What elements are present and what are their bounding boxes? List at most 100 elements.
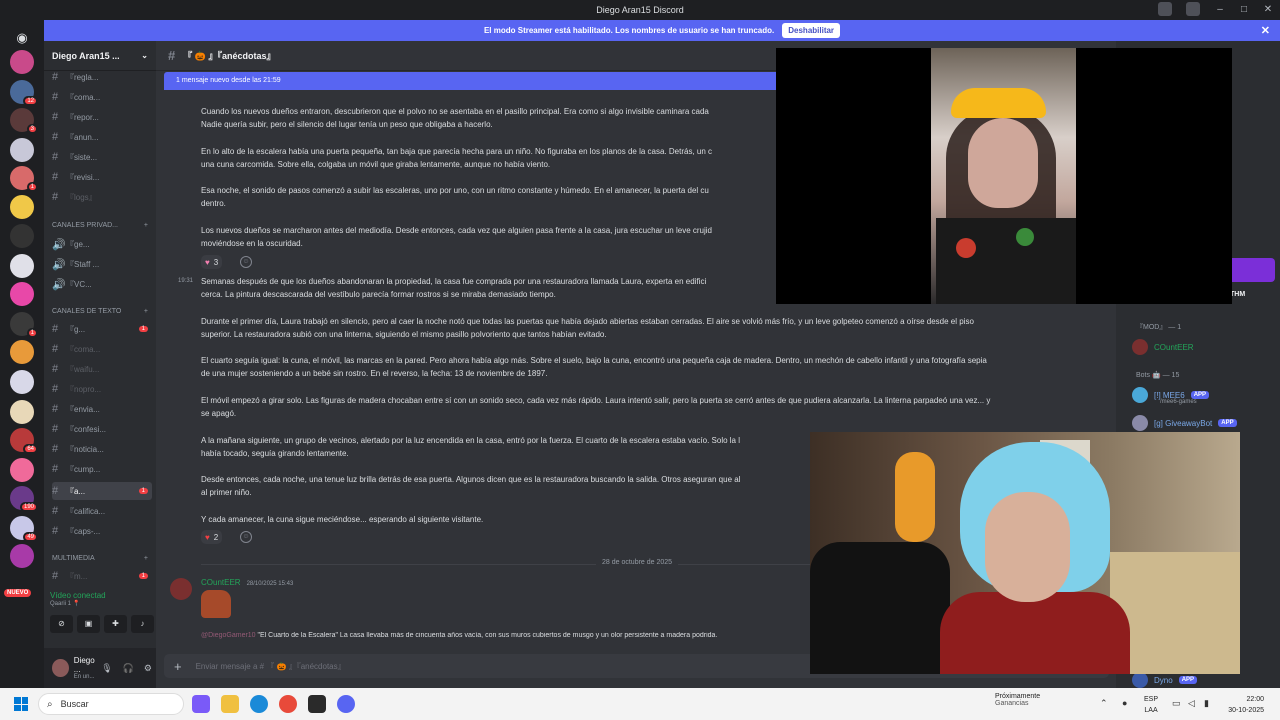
category-media[interactable]: MULTIMEDIA +: [52, 555, 152, 562]
chevron-up-icon[interactable]: ⌃: [1100, 698, 1108, 709]
server-icon[interactable]: 190: [10, 486, 38, 512]
language-indicator[interactable]: ESP LAA: [1144, 694, 1158, 716]
avatar[interactable]: [170, 578, 192, 600]
server-icon[interactable]: 12: [10, 80, 38, 106]
activities-icon[interactable]: ✚: [104, 615, 127, 633]
gear-icon[interactable]: ⚙: [144, 663, 152, 674]
server-icon[interactable]: [10, 400, 34, 424]
add-reaction-icon[interactable]: ☺: [240, 531, 252, 543]
soundboard-icon[interactable]: ♪: [131, 615, 154, 633]
thm-label: THM: [1230, 291, 1246, 298]
close-banner-icon[interactable]: ✕: [1261, 24, 1270, 37]
inbox-icon[interactable]: [1158, 2, 1172, 16]
copilot-icon[interactable]: [192, 695, 210, 713]
server-icon[interactable]: [10, 544, 34, 568]
add-attachment-icon[interactable]: +: [174, 659, 182, 674]
chrome-icon[interactable]: [279, 695, 297, 713]
server-icon[interactable]: 1: [10, 312, 38, 338]
disable-streamer-button[interactable]: Deshabilitar: [782, 23, 841, 38]
voice-channel-item[interactable]: 🔊 『VC...: [52, 275, 152, 293]
server-icon[interactable]: [10, 370, 34, 394]
channel-item[interactable]: # 『siste...: [52, 148, 152, 166]
server-icon[interactable]: 1: [10, 166, 38, 192]
volume-icon[interactable]: ◁: [1188, 698, 1195, 709]
channel-item[interactable]: # 『coma...: [52, 340, 152, 358]
channel-item[interactable]: # 『confesi...: [52, 420, 152, 438]
category-private[interactable]: CANALES PRIVAD... +: [52, 222, 152, 229]
channel-item[interactable]: # 『g... 1: [52, 320, 152, 338]
camera-off-icon[interactable]: ⊘: [50, 615, 73, 633]
title-bar: Diego Aran15 Discord – □ ✕: [0, 0, 1280, 20]
channel-item[interactable]: # 『logs』: [52, 188, 152, 206]
voice-channel-name: Qaarii 1 📍: [50, 601, 81, 607]
reaction[interactable]: ♥ 2: [201, 530, 223, 544]
channel-item[interactable]: # 『anun...: [52, 128, 152, 146]
clock-time: 22:00: [1246, 696, 1264, 703]
new-messages-bar[interactable]: 1 mensaje nuevo desde las 21:59: [164, 72, 776, 90]
member-item[interactable]: COuntEER: [1132, 339, 1194, 355]
server-icon[interactable]: 3: [10, 108, 38, 134]
hash-icon: #: [52, 463, 59, 475]
microphone-icon[interactable]: 🎙: [101, 663, 112, 674]
avatar[interactable]: [52, 659, 69, 677]
voice-channel-item[interactable]: 🔊 『ge...: [52, 235, 152, 253]
channel-item[interactable]: # 『waifu...: [52, 360, 152, 378]
help-icon[interactable]: [1186, 2, 1200, 16]
server-icon[interactable]: [10, 282, 34, 306]
hash-icon: #: [52, 525, 59, 537]
reaction-count: 2: [213, 532, 219, 542]
file-explorer-icon[interactable]: [221, 695, 239, 713]
mic-tray-icon[interactable]: ●: [1122, 698, 1127, 708]
channel-item[interactable]: # 『nopro...: [52, 380, 152, 398]
channel-item[interactable]: # 『califica...: [52, 502, 152, 520]
channel-label: 『caps-...: [66, 526, 101, 536]
server-icon[interactable]: [10, 224, 34, 248]
maximize-icon[interactable]: □: [1232, 0, 1256, 20]
channel-label: 『VC...: [66, 279, 92, 289]
channel-item[interactable]: # 『noticia...: [52, 440, 152, 458]
add-reaction-icon[interactable]: ☺: [240, 256, 252, 268]
heart-icon: ♥: [205, 257, 210, 267]
headphones-icon[interactable]: 🎧: [123, 663, 134, 674]
server-icon[interactable]: [10, 50, 34, 74]
search-box[interactable]: ⌕ Buscar: [38, 693, 184, 715]
channel-item[interactable]: # 『regla...: [52, 68, 152, 86]
discord-home-icon[interactable]: ◉: [10, 26, 34, 50]
guild-header[interactable]: Diego Aran15 ... ⌄: [44, 41, 156, 71]
reaction[interactable]: ♥ 3: [201, 255, 223, 269]
member-item[interactable]: [g] GiveawayBot APP: [1132, 415, 1237, 431]
channel-item[interactable]: # 『repor...: [52, 108, 152, 126]
windows-start-icon[interactable]: [14, 697, 28, 711]
channel-item[interactable]: # 『cump...: [52, 460, 152, 478]
voice-channel-item[interactable]: 🔊 『Staff ...: [52, 255, 152, 273]
member-item[interactable]: Dyno APP: [1132, 672, 1198, 688]
clock[interactable]: 22:00 30-10-2025: [1228, 694, 1264, 716]
server-icon[interactable]: [10, 458, 34, 482]
server-icon[interactable]: [10, 195, 34, 219]
channel-item[interactable]: # 『m... 1: [52, 567, 152, 585]
author-name[interactable]: COuntEER: [201, 578, 241, 587]
add-channel-icon[interactable]: +: [144, 555, 148, 562]
add-channel-icon[interactable]: +: [144, 222, 148, 229]
network-icon[interactable]: ▭: [1172, 698, 1181, 709]
news-widget[interactable]: Próximamente Ganancias: [995, 693, 1040, 707]
edge-icon[interactable]: [250, 695, 268, 713]
category-text[interactable]: CANALES DE TEXTO +: [52, 308, 152, 315]
server-icon[interactable]: 64: [10, 428, 38, 454]
channel-item[interactable]: # 『revisi...: [52, 168, 152, 186]
server-icon[interactable]: 49: [10, 516, 38, 542]
app-icon[interactable]: [308, 695, 326, 713]
channel-item-active[interactable]: # 『a... 1: [52, 482, 152, 500]
screen-share-icon[interactable]: ▣: [77, 615, 100, 633]
close-window-icon[interactable]: ✕: [1256, 0, 1280, 20]
server-icon[interactable]: [10, 254, 34, 278]
battery-icon[interactable]: ▮: [1204, 698, 1209, 709]
minimize-icon[interactable]: –: [1208, 0, 1232, 20]
channel-item[interactable]: # 『envia...: [52, 400, 152, 418]
channel-item[interactable]: # 『caps-...: [52, 522, 152, 540]
add-channel-icon[interactable]: +: [144, 308, 148, 315]
channel-item[interactable]: # 『coma...: [52, 88, 152, 106]
discord-taskbar-icon[interactable]: [337, 695, 355, 713]
server-icon[interactable]: [10, 138, 34, 162]
server-icon[interactable]: [10, 340, 34, 364]
